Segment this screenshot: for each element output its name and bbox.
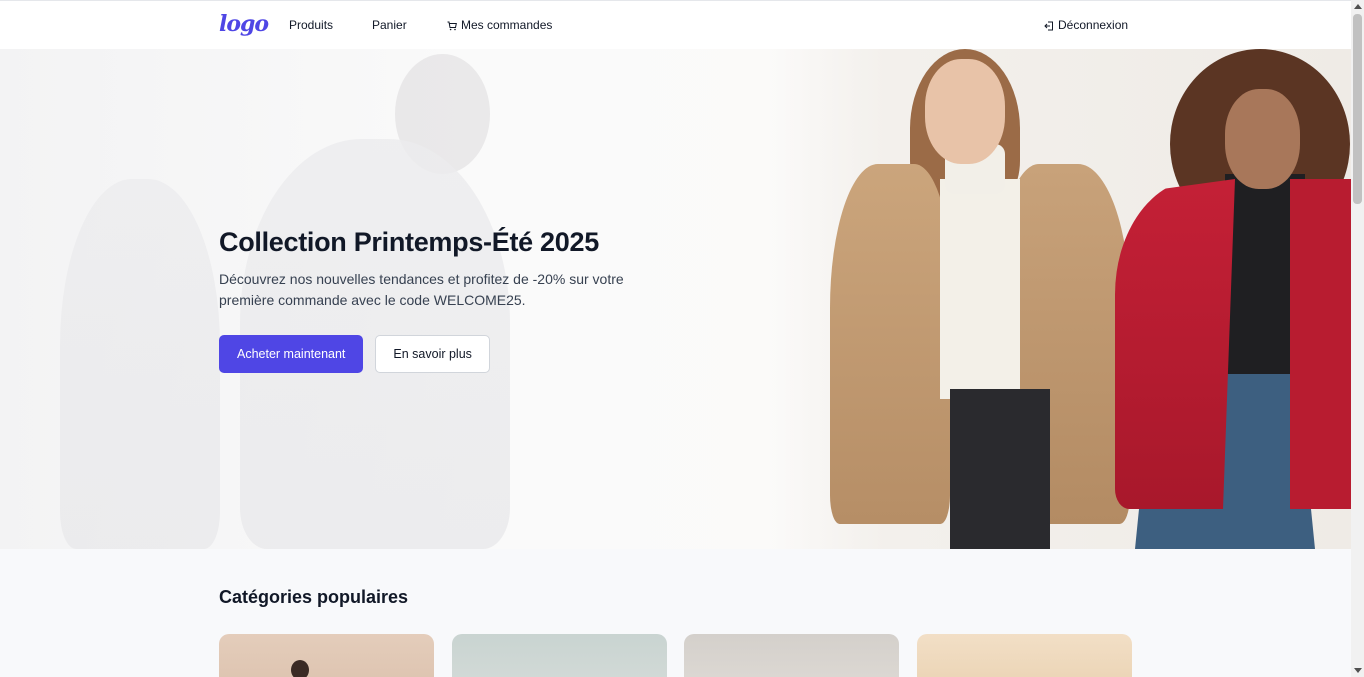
nav-link-products-label: Produits: [289, 18, 334, 32]
hero-image: [770, 49, 1351, 549]
learn-more-button[interactable]: En savoir plus: [375, 335, 490, 373]
logout-label: Déconnexion: [1058, 18, 1129, 32]
scrollbar-thumb[interactable]: [1353, 14, 1362, 204]
shop-now-button[interactable]: Acheter maintenant: [219, 335, 364, 373]
category-card[interactable]: [684, 634, 899, 677]
nav-link-products[interactable]: Produits: [289, 18, 333, 32]
category-card[interactable]: [917, 634, 1132, 677]
category-card[interactable]: [452, 634, 667, 677]
top-navbar: logo Produits Panier Mes commandes Décon…: [0, 1, 1351, 49]
vertical-scrollbar[interactable]: [1351, 0, 1364, 677]
hero-subtitle: Découvrez nos nouvelles tendances et pro…: [219, 271, 624, 308]
nav-link-cart[interactable]: Panier: [372, 18, 407, 32]
popular-categories-section: Catégories populaires: [0, 549, 1351, 677]
cart-icon: [447, 20, 457, 31]
hero-banner: Collection Printemps-Été 2025 Découvrez …: [0, 49, 1351, 549]
logout-icon: [1044, 20, 1054, 31]
logout-button[interactable]: Déconnexion: [1044, 18, 1128, 32]
model-1-sweater: [940, 179, 1020, 399]
category-card-image: [291, 660, 309, 677]
hero-title: Collection Printemps-Été 2025: [219, 227, 599, 257]
hero-text-block: Collection Printemps-Été 2025 Découvrez …: [219, 225, 679, 311]
model-2-face: [1225, 89, 1300, 189]
brand-logo[interactable]: logo: [219, 11, 269, 37]
hero-actions: Acheter maintenant En savoir plus: [219, 335, 490, 373]
categories-title: Catégories populaires: [219, 587, 409, 607]
category-card[interactable]: [219, 634, 434, 677]
hero-background-figure-left: [60, 179, 220, 549]
scroll-down-arrow-icon[interactable]: [1354, 668, 1362, 673]
model-1-pants: [950, 389, 1050, 549]
nav-link-cart-label: Panier: [372, 18, 407, 32]
nav-link-orders-label: Mes commandes: [461, 18, 553, 32]
model-1-coat-left: [830, 164, 950, 524]
page: logo Produits Panier Mes commandes Décon…: [0, 0, 1351, 677]
model-1-face: [925, 59, 1005, 164]
model-2-coat-right: [1290, 179, 1351, 509]
scroll-up-arrow-icon[interactable]: [1354, 4, 1362, 9]
nav-link-orders[interactable]: Mes commandes: [447, 18, 552, 32]
